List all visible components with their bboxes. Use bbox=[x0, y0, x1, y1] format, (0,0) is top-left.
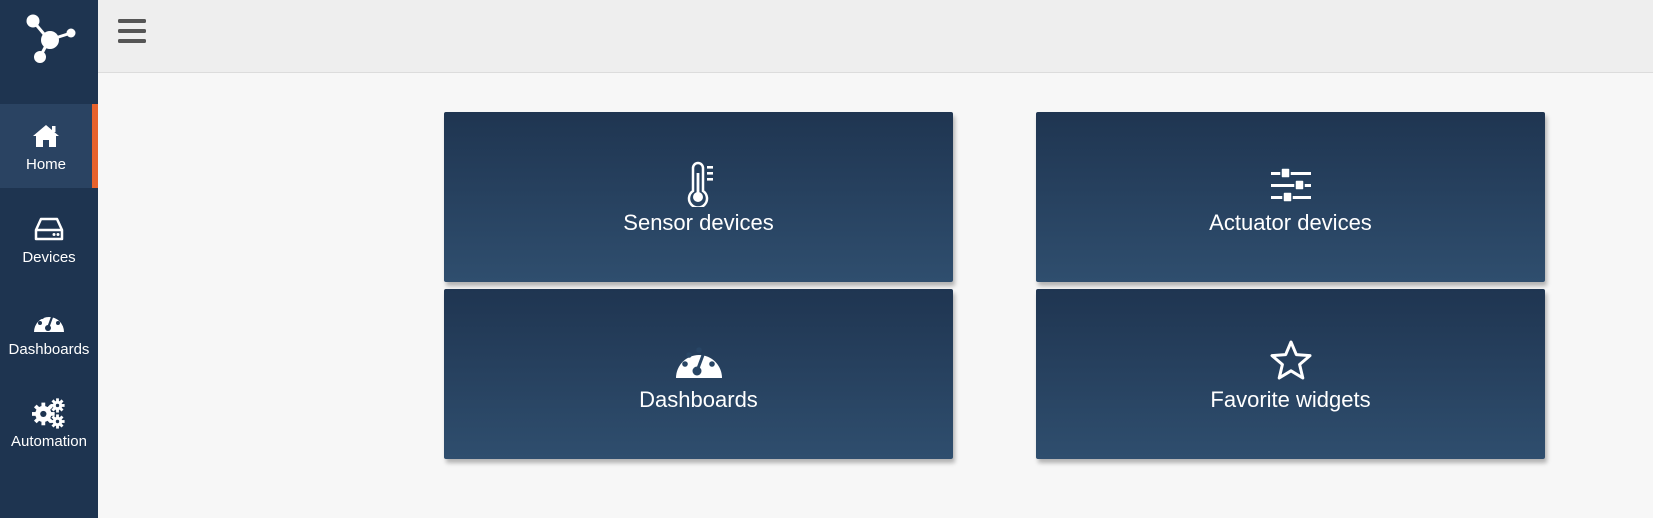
sidebar-item-label: Automation bbox=[11, 433, 87, 450]
dashboards-tile[interactable]: Dashboards bbox=[444, 289, 953, 459]
sidebar-item-dashboards[interactable]: Dashboards bbox=[0, 289, 98, 373]
tile-label: Favorite widgets bbox=[1210, 387, 1371, 412]
gauge-icon bbox=[32, 304, 66, 338]
sidebar-item-devices[interactable]: Devices bbox=[0, 197, 98, 281]
actuator-devices-tile[interactable]: Actuator devices bbox=[1036, 112, 1545, 282]
favorite-widgets-tile[interactable]: Favorite widgets bbox=[1036, 289, 1545, 459]
sidebar-item-label: Devices bbox=[22, 249, 76, 266]
hard-drive-icon bbox=[32, 212, 66, 246]
top-bar bbox=[98, 0, 1653, 73]
star-icon bbox=[1266, 337, 1316, 385]
tile-label: Actuator devices bbox=[1209, 210, 1372, 235]
tile-label: Dashboards bbox=[639, 387, 758, 412]
sidebar-item-label: Dashboards bbox=[8, 341, 90, 358]
app-window: Home Devices Dashboards Automation Senso… bbox=[0, 0, 1653, 518]
gears-icon bbox=[32, 396, 66, 430]
sliders-icon bbox=[1266, 160, 1316, 208]
hamburger-menu-icon[interactable] bbox=[116, 16, 148, 46]
sensor-devices-tile[interactable]: Sensor devices bbox=[444, 112, 953, 282]
thermometer-icon bbox=[674, 160, 724, 208]
home-icon bbox=[29, 119, 63, 153]
sidebar: Home Devices Dashboards Automation bbox=[0, 0, 98, 518]
sidebar-item-label: Home bbox=[25, 156, 66, 173]
sidebar-item-automation[interactable]: Automation bbox=[0, 381, 98, 465]
network-logo-icon bbox=[26, 14, 76, 63]
tile-label: Sensor devices bbox=[623, 210, 774, 235]
app-logo[interactable] bbox=[0, 0, 98, 70]
sidebar-item-home[interactable]: Home bbox=[0, 104, 98, 188]
gauge-icon bbox=[674, 337, 724, 385]
